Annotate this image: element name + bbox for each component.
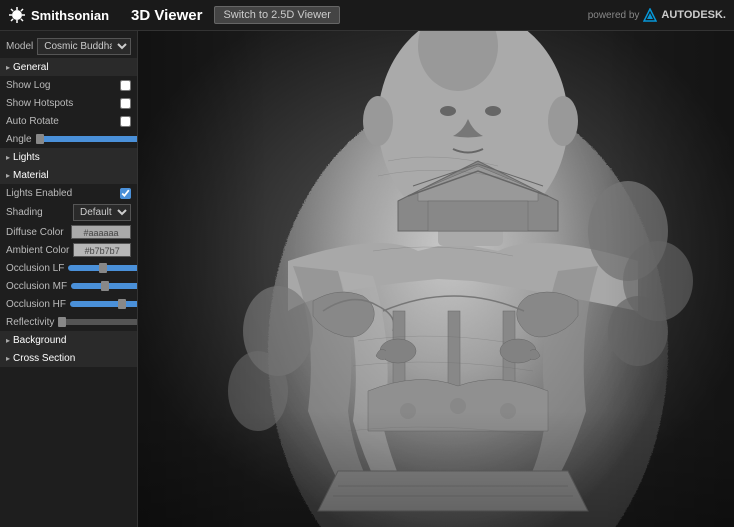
smithsonian-logo: Smithsonian (8, 6, 109, 24)
occlusion-lf-slider[interactable] (68, 265, 138, 271)
occlusion-mf-slider-container: 25 (71, 281, 138, 291)
general-arrow-icon: ▸ (6, 63, 10, 72)
material-section-header[interactable]: ▸ Material (0, 166, 137, 184)
angle-slider[interactable] (36, 136, 138, 142)
diffuse-color-row: Diffuse Color #aaaaaa (0, 223, 137, 241)
show-log-label: Show Log (6, 80, 50, 91)
occlusion-hf-slider-container: 40 (70, 299, 138, 309)
viewer-title: 3D Viewer (131, 7, 202, 24)
show-log-row: Show Log (0, 76, 137, 94)
powered-by-text: powered by (588, 10, 640, 21)
autodesk-icon (643, 8, 657, 22)
header: Smithsonian 3D Viewer Switch to 2.5D Vie… (0, 0, 734, 31)
ambient-color-label: Ambient Color (6, 245, 69, 256)
model-row: Model Cosmic Buddha (0, 35, 137, 58)
cross-section-section-header[interactable]: ▸ Cross Section (0, 349, 137, 367)
3d-viewer[interactable] (138, 31, 734, 527)
ambient-color-row: Ambient Color #b7b7b7 (0, 241, 137, 259)
occlusion-hf-row: Occlusion HF 40 (0, 295, 137, 313)
model-select[interactable]: Cosmic Buddha (37, 38, 131, 55)
occlusion-lf-row: Occlusion LF 25 (0, 259, 137, 277)
show-hotspots-checkbox[interactable] (120, 98, 131, 109)
model-label: Model (6, 41, 33, 52)
reflectivity-slider[interactable] (58, 319, 138, 325)
cross-section-label: Cross Section (13, 353, 75, 364)
ambient-color-swatch[interactable]: #b7b7b7 (73, 243, 131, 257)
background-label: Background (13, 335, 66, 346)
reflectivity-slider-container: 0 (58, 317, 138, 327)
occlusion-lf-label: Occlusion LF (6, 263, 64, 274)
switch-viewer-button[interactable]: Switch to 2.5D Viewer (214, 6, 339, 24)
auto-rotate-row: Auto Rotate (0, 112, 137, 130)
angle-row: Angle 0 (0, 130, 137, 148)
lights-enabled-row: Lights Enabled (0, 184, 137, 202)
shading-row: Shading Default (0, 202, 137, 223)
lights-enabled-checkbox[interactable] (120, 188, 131, 199)
occlusion-hf-label: Occlusion HF (6, 299, 66, 310)
reflectivity-row: Reflectivity 0 (0, 313, 137, 331)
smithsonian-sun-icon (8, 6, 26, 24)
smithsonian-text: Smithsonian (31, 8, 109, 23)
show-log-checkbox[interactable] (120, 80, 131, 91)
material-label: Material (13, 170, 49, 181)
angle-slider-container: 0 (36, 134, 138, 144)
diffuse-color-label: Diffuse Color (6, 227, 64, 238)
shading-select[interactable]: Default (73, 204, 131, 221)
diffuse-color-value: #aaaaaa (83, 228, 118, 238)
material-arrow-icon: ▸ (6, 171, 10, 180)
autodesk-text: AUTODESK. (661, 9, 726, 21)
occlusion-mf-label: Occlusion MF (6, 281, 67, 292)
auto-rotate-label: Auto Rotate (6, 116, 59, 127)
auto-rotate-checkbox[interactable] (120, 116, 131, 127)
autodesk-logo: powered by AUTODESK. (588, 8, 726, 22)
show-hotspots-label: Show Hotspots (6, 98, 73, 109)
buddha-render (138, 31, 734, 527)
lights-section-header[interactable]: ▸ Lights (0, 148, 137, 166)
sidebar: Model Cosmic Buddha ▸ General Show Log S… (0, 31, 138, 527)
main-layout: Model Cosmic Buddha ▸ General Show Log S… (0, 31, 734, 527)
background-section-header[interactable]: ▸ Background (0, 331, 137, 349)
diffuse-color-swatch[interactable]: #aaaaaa (71, 225, 131, 239)
reflectivity-label: Reflectivity (6, 317, 54, 328)
lights-enabled-label: Lights Enabled (6, 188, 72, 199)
occlusion-hf-slider[interactable] (70, 301, 138, 307)
general-section-header[interactable]: ▸ General (0, 58, 137, 76)
lights-label: Lights (13, 152, 40, 163)
occlusion-lf-slider-container: 25 (68, 263, 138, 273)
angle-label: Angle (6, 134, 32, 145)
show-hotspots-row: Show Hotspots (0, 94, 137, 112)
lights-arrow-icon: ▸ (6, 153, 10, 162)
background-arrow-icon: ▸ (6, 336, 10, 345)
occlusion-mf-row: Occlusion MF 25 (0, 277, 137, 295)
shading-label: Shading (6, 207, 43, 218)
general-label: General (13, 62, 49, 73)
ambient-color-value: #b7b7b7 (85, 246, 120, 256)
occlusion-mf-slider[interactable] (71, 283, 138, 289)
cross-section-arrow-icon: ▸ (6, 354, 10, 363)
